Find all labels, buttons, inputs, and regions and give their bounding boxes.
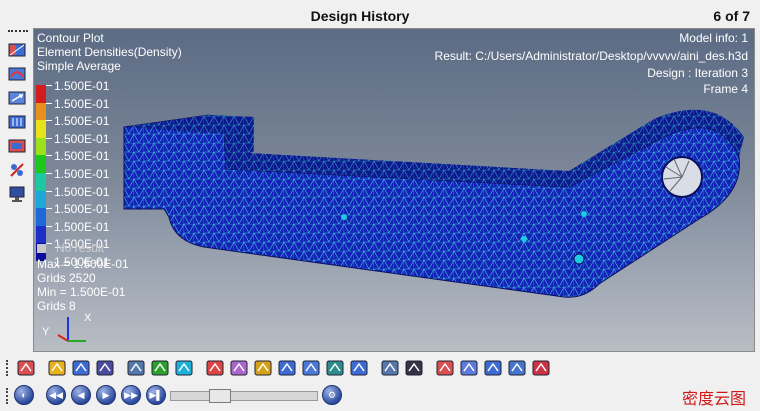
- contour-plot-label: Contour Plot: [37, 31, 104, 45]
- tensor-icon[interactable]: [7, 112, 27, 132]
- legend-swatch: [36, 208, 46, 226]
- result-type-label: Element Densities(Density): [37, 45, 182, 59]
- legend-swatch: [36, 225, 46, 244]
- legend-label: 1.500E-01: [54, 219, 110, 234]
- legend-swatch: [36, 190, 46, 209]
- legend-tick: [46, 208, 52, 210]
- frame-slider[interactable]: [170, 389, 318, 403]
- tracing-icon[interactable]: [325, 358, 345, 378]
- legend-tick: [46, 137, 52, 139]
- page-indicator: 6 of 7: [713, 8, 750, 24]
- left-toolbar: [0, 28, 32, 354]
- animation-grip[interactable]: [6, 388, 9, 404]
- legend-icon[interactable]: [174, 358, 194, 378]
- result-path: Result: C:/Users/Administrator/Desktop/v…: [434, 49, 748, 63]
- vector-plot-icon[interactable]: [301, 358, 321, 378]
- legend-swatch: [36, 155, 46, 173]
- legend-swatch: [36, 85, 46, 103]
- min-value: Min = 1.500E-01: [37, 285, 126, 299]
- legend-label: 1.500E-01: [54, 202, 110, 217]
- first-frame-icon[interactable]: ◀◀: [46, 385, 66, 405]
- play-icon[interactable]: ▶: [96, 385, 116, 405]
- legend-tick: [46, 120, 52, 122]
- window-title: Design History: [310, 8, 410, 24]
- density-contour-label: 密度云图: [681, 389, 746, 408]
- measure-icon[interactable]: [483, 358, 503, 378]
- vector-icon[interactable]: [7, 88, 27, 108]
- triad-x-label: X: [84, 312, 92, 324]
- fem-model[interactable]: [114, 89, 754, 319]
- legend-swatch: [36, 102, 46, 121]
- legend-swatch: [36, 173, 46, 191]
- graph-icon[interactable]: [507, 358, 527, 378]
- table-icon[interactable]: [349, 358, 369, 378]
- legend-label: 1.500E-01: [54, 167, 110, 181]
- model-info: Model info: 1: [679, 31, 748, 45]
- plot-icon[interactable]: [435, 358, 455, 378]
- last-frame-icon[interactable]: ▶▌: [146, 385, 166, 405]
- averaging-label: Simple Average: [37, 59, 121, 73]
- legend-tick: [46, 155, 52, 157]
- legend-label: 1.500E-01: [54, 149, 110, 164]
- iso-icon[interactable]: [7, 136, 27, 156]
- legend-swatch: [36, 120, 46, 138]
- section-cut-icon[interactable]: [229, 358, 249, 378]
- deform-icon[interactable]: [205, 358, 225, 378]
- legend-swatch: [36, 137, 46, 156]
- toolbar-grip[interactable]: [6, 360, 9, 376]
- animation-settings-icon[interactable]: ◐: [14, 385, 34, 405]
- legend-tick: [46, 102, 52, 104]
- next-frame-icon[interactable]: ▶▶: [121, 385, 141, 405]
- triad-y-label: Y: [42, 326, 50, 338]
- design-iteration: Design : Iteration 3: [647, 66, 748, 80]
- measure-icon[interactable]: [7, 160, 27, 180]
- wireframe-cube-icon[interactable]: [71, 358, 91, 378]
- legend-tick: [46, 243, 52, 245]
- y-axis-line: [57, 334, 69, 342]
- legend-tick: [46, 173, 52, 174]
- query-icon[interactable]: [277, 358, 297, 378]
- max-grids: Grids 2520: [37, 271, 96, 285]
- previous-frame-icon[interactable]: ◀: [71, 385, 91, 405]
- no-result-label: No result: [56, 241, 105, 255]
- title-bar: Design History 6 of 7: [0, 0, 760, 28]
- contour-panel-icon[interactable]: [16, 358, 36, 378]
- legend-label: 1.500E-01: [54, 184, 110, 199]
- graphics-viewport[interactable]: Contour Plot Element Densities(Density) …: [33, 28, 755, 352]
- axes-icon[interactable]: [380, 358, 400, 378]
- view-toolbar: [0, 354, 760, 382]
- note-icon[interactable]: [459, 358, 479, 378]
- legend-tick: [46, 225, 52, 227]
- legend-tick: [46, 190, 52, 192]
- view-cube-icon[interactable]: [126, 358, 146, 378]
- zoom-fit-icon[interactable]: [404, 358, 424, 378]
- component-icon[interactable]: [150, 358, 170, 378]
- animation-toolbar: ◐ ◀◀ ◀ ▶ ▶▶ ▶▌ ⚙ 密度云图: [0, 382, 760, 411]
- curve-icon[interactable]: [531, 358, 551, 378]
- toolbar-grip[interactable]: [8, 30, 28, 34]
- solid-cube-icon[interactable]: [95, 358, 115, 378]
- color-wheel-icon[interactable]: [47, 358, 67, 378]
- probe-icon[interactable]: [253, 358, 273, 378]
- frame-slider-handle[interactable]: [209, 389, 231, 403]
- deformed-icon[interactable]: [7, 64, 27, 84]
- contour-icon[interactable]: [7, 40, 27, 60]
- legend-label: 1.500E-01: [54, 131, 110, 146]
- coordinate-triad: Y X: [42, 312, 92, 342]
- legend-label: 1.500E-01: [54, 114, 110, 129]
- legend-label: 1.500E-01: [54, 96, 110, 111]
- no-result-swatch: [37, 244, 46, 253]
- legend-label: 1.500E-01: [54, 79, 110, 93]
- animation-options-icon[interactable]: ⚙: [322, 385, 342, 405]
- legend-tick: [46, 85, 52, 86]
- display-icon[interactable]: [7, 184, 27, 204]
